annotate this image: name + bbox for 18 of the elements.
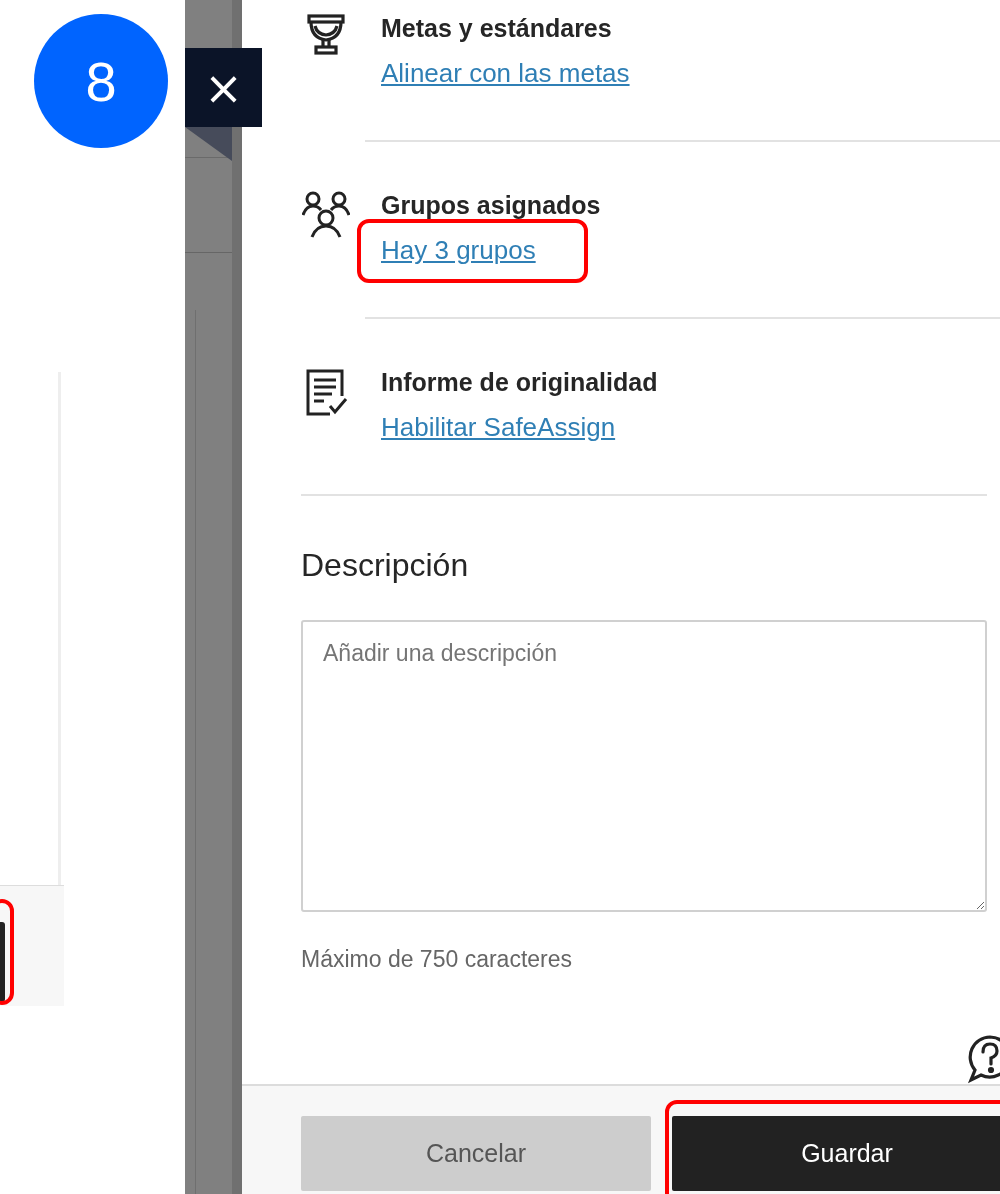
people-icon — [302, 191, 350, 239]
section-link[interactable]: Habilitar SafeAssign — [381, 412, 616, 442]
cancel-button[interactable]: Cancelar — [301, 1116, 651, 1191]
description-field[interactable]: Añadir una descripción — [301, 620, 987, 912]
step-badge: 8 — [34, 14, 168, 148]
section-link[interactable]: Alinear con las metas — [381, 58, 630, 88]
save-button[interactable]: Guardar — [672, 1116, 1000, 1191]
close-button[interactable]: × — [185, 48, 262, 127]
section-heading: Grupos asignados — [381, 190, 601, 221]
description-heading: Descripción — [301, 546, 470, 585]
section-heading: Metas y estándares — [381, 13, 613, 44]
section-link[interactable]: Hay 3 grupos — [381, 235, 536, 265]
section-heading: Informe de originalidad — [381, 367, 658, 398]
trophy-icon — [306, 14, 346, 56]
character-limit: Máximo de 750 caracteres — [301, 945, 573, 974]
help-icon[interactable] — [967, 1034, 1000, 1084]
document-check-icon — [304, 368, 348, 416]
dark-button[interactable] — [0, 922, 5, 1002]
